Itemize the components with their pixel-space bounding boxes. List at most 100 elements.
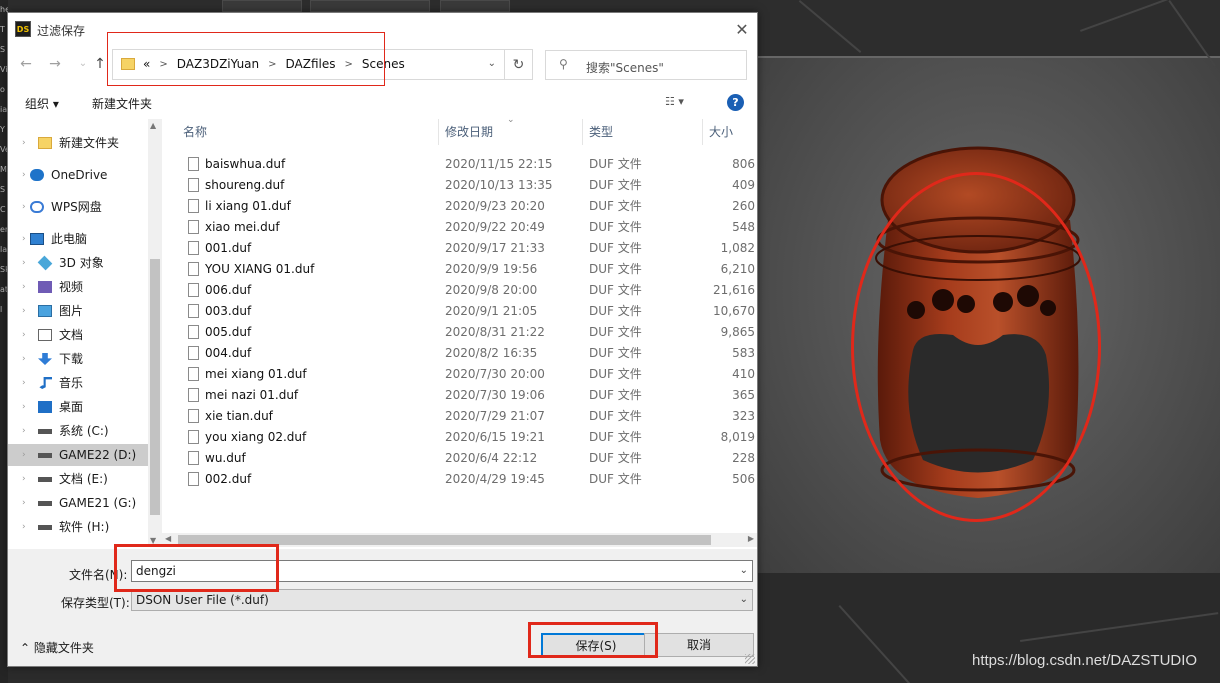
file-row[interactable]: 002.duf 2020/4/29 19:45 DUF 文件 506 xyxy=(162,469,757,490)
expand-chevron-icon[interactable]: › xyxy=(22,492,26,514)
column-divider[interactable] xyxy=(582,119,583,145)
file-date: 2020/7/30 20:00 xyxy=(445,367,545,381)
nav-item[interactable]: › 3D 对象 xyxy=(8,252,148,274)
nav-item[interactable]: › GAME22 (D:) xyxy=(8,444,148,466)
nav-item-label: 新建文件夹 xyxy=(59,136,120,150)
file-name: 002.duf xyxy=(205,472,252,486)
file-row[interactable]: 003.duf 2020/9/1 21:05 DUF 文件 10,670 xyxy=(162,301,757,322)
cancel-button[interactable]: 取消 xyxy=(644,633,754,657)
nav-item[interactable]: › 文档 (E:) xyxy=(8,468,148,490)
file-row[interactable]: xie tian.duf 2020/7/29 21:07 DUF 文件 323 xyxy=(162,406,757,427)
file-type: DUF 文件 xyxy=(589,409,642,423)
resize-grip-icon[interactable] xyxy=(745,654,755,664)
file-row[interactable]: baiswhua.duf 2020/11/15 22:15 DUF 文件 806 xyxy=(162,154,757,175)
annotation-ellipse xyxy=(851,172,1101,522)
column-header-name[interactable]: 名称 xyxy=(183,119,207,145)
expand-chevron-icon[interactable]: › xyxy=(22,444,26,466)
expand-chevron-icon[interactable]: › xyxy=(22,196,26,218)
nav-item[interactable]: › 此电脑 xyxy=(8,228,148,250)
file-row[interactable]: 005.duf 2020/8/31 21:22 DUF 文件 9,865 xyxy=(162,322,757,343)
expand-chevron-icon[interactable]: › xyxy=(22,300,26,322)
column-divider[interactable] xyxy=(702,119,703,145)
scroll-right-icon[interactable]: ▶ xyxy=(748,534,754,543)
nav-item[interactable]: › 桌面 xyxy=(8,396,148,418)
expand-chevron-icon[interactable]: › xyxy=(22,228,26,250)
file-type: DUF 文件 xyxy=(589,199,642,213)
file-row[interactable]: xiao mei.duf 2020/9/22 20:49 DUF 文件 548 xyxy=(162,217,757,238)
expand-chevron-icon[interactable]: › xyxy=(22,372,26,394)
hide-folders-toggle[interactable]: ⌃ 隐藏文件夹 xyxy=(20,639,94,656)
new-folder-button[interactable]: 新建文件夹 xyxy=(92,95,152,112)
nav-item[interactable]: › 视频 xyxy=(8,276,148,298)
expand-chevron-icon[interactable]: › xyxy=(22,132,26,154)
expand-chevron-icon[interactable]: › xyxy=(22,324,26,346)
nav-item[interactable]: › OneDrive xyxy=(8,164,148,186)
file-row[interactable]: YOU XIANG 01.duf 2020/9/9 19:56 DUF 文件 6,21… xyxy=(162,259,757,280)
file-name: you xiang 02.duf xyxy=(205,430,307,444)
organize-button[interactable]: 组织 ▾ xyxy=(25,95,59,112)
file-row[interactable]: shoureng.duf 2020/10/13 13:35 DUF 文件 409 xyxy=(162,175,757,196)
column-divider[interactable] xyxy=(438,119,439,145)
expand-chevron-icon[interactable]: › xyxy=(22,348,26,370)
expand-chevron-icon[interactable]: › xyxy=(22,252,26,274)
scroll-up-icon[interactable]: ▲ xyxy=(150,121,156,130)
file-size: 548 xyxy=(732,220,755,234)
refresh-icon[interactable]: ↻ xyxy=(505,49,533,80)
file-row[interactable]: mei nazi 01.duf 2020/7/30 19:06 DUF 文件 365 xyxy=(162,385,757,406)
search-input[interactable]: ⚲ 搜索"Scenes" xyxy=(545,50,747,80)
cube-icon xyxy=(37,255,53,271)
file-name: xiao mei.duf xyxy=(205,220,280,234)
help-icon[interactable]: ? xyxy=(727,94,744,111)
computer-icon xyxy=(30,233,44,245)
file-date: 2020/9/22 20:49 xyxy=(445,220,545,234)
desktop-icon xyxy=(38,401,52,413)
scroll-left-icon[interactable]: ◀ xyxy=(165,534,171,543)
file-row[interactable]: 004.duf 2020/8/2 16:35 DUF 文件 583 xyxy=(162,343,757,364)
scrollbar-thumb[interactable] xyxy=(150,259,160,515)
nav-item[interactable]: › WPS网盘 xyxy=(8,196,148,218)
column-header-type[interactable]: 类型 xyxy=(589,119,613,145)
daz-slider-slab xyxy=(222,0,302,12)
nav-item-label: 视频 xyxy=(59,280,84,294)
back-arrow-icon[interactable]: ← xyxy=(17,55,35,73)
filetype-select[interactable]: DSON User File (*.duf) ⌄ xyxy=(131,589,753,611)
nav-item[interactable]: › 下载 xyxy=(8,348,148,370)
expand-chevron-icon[interactable]: › xyxy=(22,468,26,490)
nav-item[interactable]: › 音乐 xyxy=(8,372,148,394)
file-row[interactable]: 006.duf 2020/9/8 20:00 DUF 文件 21,616 xyxy=(162,280,757,301)
view-options-icon[interactable]: ☷ ▾ xyxy=(665,95,684,108)
expand-chevron-icon[interactable]: › xyxy=(22,164,26,186)
file-row[interactable]: wu.duf 2020/6/4 22:12 DUF 文件 228 xyxy=(162,448,757,469)
column-header-date[interactable]: 修改日期 xyxy=(445,119,493,145)
file-row[interactable]: you xiang 02.duf 2020/6/15 19:21 DUF 文件 8,0… xyxy=(162,427,757,448)
expand-chevron-icon[interactable]: › xyxy=(22,396,26,418)
search-icon: ⚲ xyxy=(559,57,568,71)
file-type: DUF 文件 xyxy=(589,283,642,297)
column-header-size[interactable]: 大小 xyxy=(709,119,733,145)
nav-item-label: 音乐 xyxy=(59,376,84,390)
navigation-scrollbar[interactable]: ▲ ▼ xyxy=(148,119,162,547)
expand-chevron-icon[interactable]: › xyxy=(22,420,26,442)
file-date: 2020/10/13 13:35 xyxy=(445,178,553,192)
forward-arrow-icon[interactable]: → xyxy=(46,55,64,73)
nav-item[interactable]: › 新建文件夹 xyxy=(8,132,148,154)
file-name: wu.duf xyxy=(205,451,246,465)
file-row[interactable]: 001.duf 2020/9/17 21:33 DUF 文件 1,082 xyxy=(162,238,757,259)
nav-item[interactable]: › 系统 (C:) xyxy=(8,420,148,442)
nav-item[interactable]: › GAME21 (G:) xyxy=(8,492,148,514)
nav-item[interactable]: › 文档 xyxy=(8,324,148,346)
address-dropdown-chevron-icon[interactable]: ⌄ xyxy=(488,58,496,69)
expand-chevron-icon[interactable]: › xyxy=(22,516,26,538)
expand-chevron-icon[interactable]: › xyxy=(22,276,26,298)
recent-locations-chevron-icon[interactable]: ⌄ xyxy=(74,55,92,73)
file-type: DUF 文件 xyxy=(589,325,642,339)
chevron-down-icon[interactable]: ⌄ xyxy=(740,561,748,581)
file-row[interactable]: li xiang 01.duf 2020/9/23 20:20 DUF 文件 260 xyxy=(162,196,757,217)
close-icon[interactable]: ✕ xyxy=(727,13,757,47)
nav-item[interactable]: › 软件 (H:) xyxy=(8,516,148,538)
chevron-down-icon[interactable]: ⌄ xyxy=(740,590,748,610)
file-row[interactable]: mei xiang 01.duf 2020/7/30 20:00 DUF 文件 410 xyxy=(162,364,757,385)
cloud-icon xyxy=(30,169,44,181)
nav-item[interactable]: › 图片 xyxy=(8,300,148,322)
nav-item-label: 软件 (H:) xyxy=(59,520,110,534)
